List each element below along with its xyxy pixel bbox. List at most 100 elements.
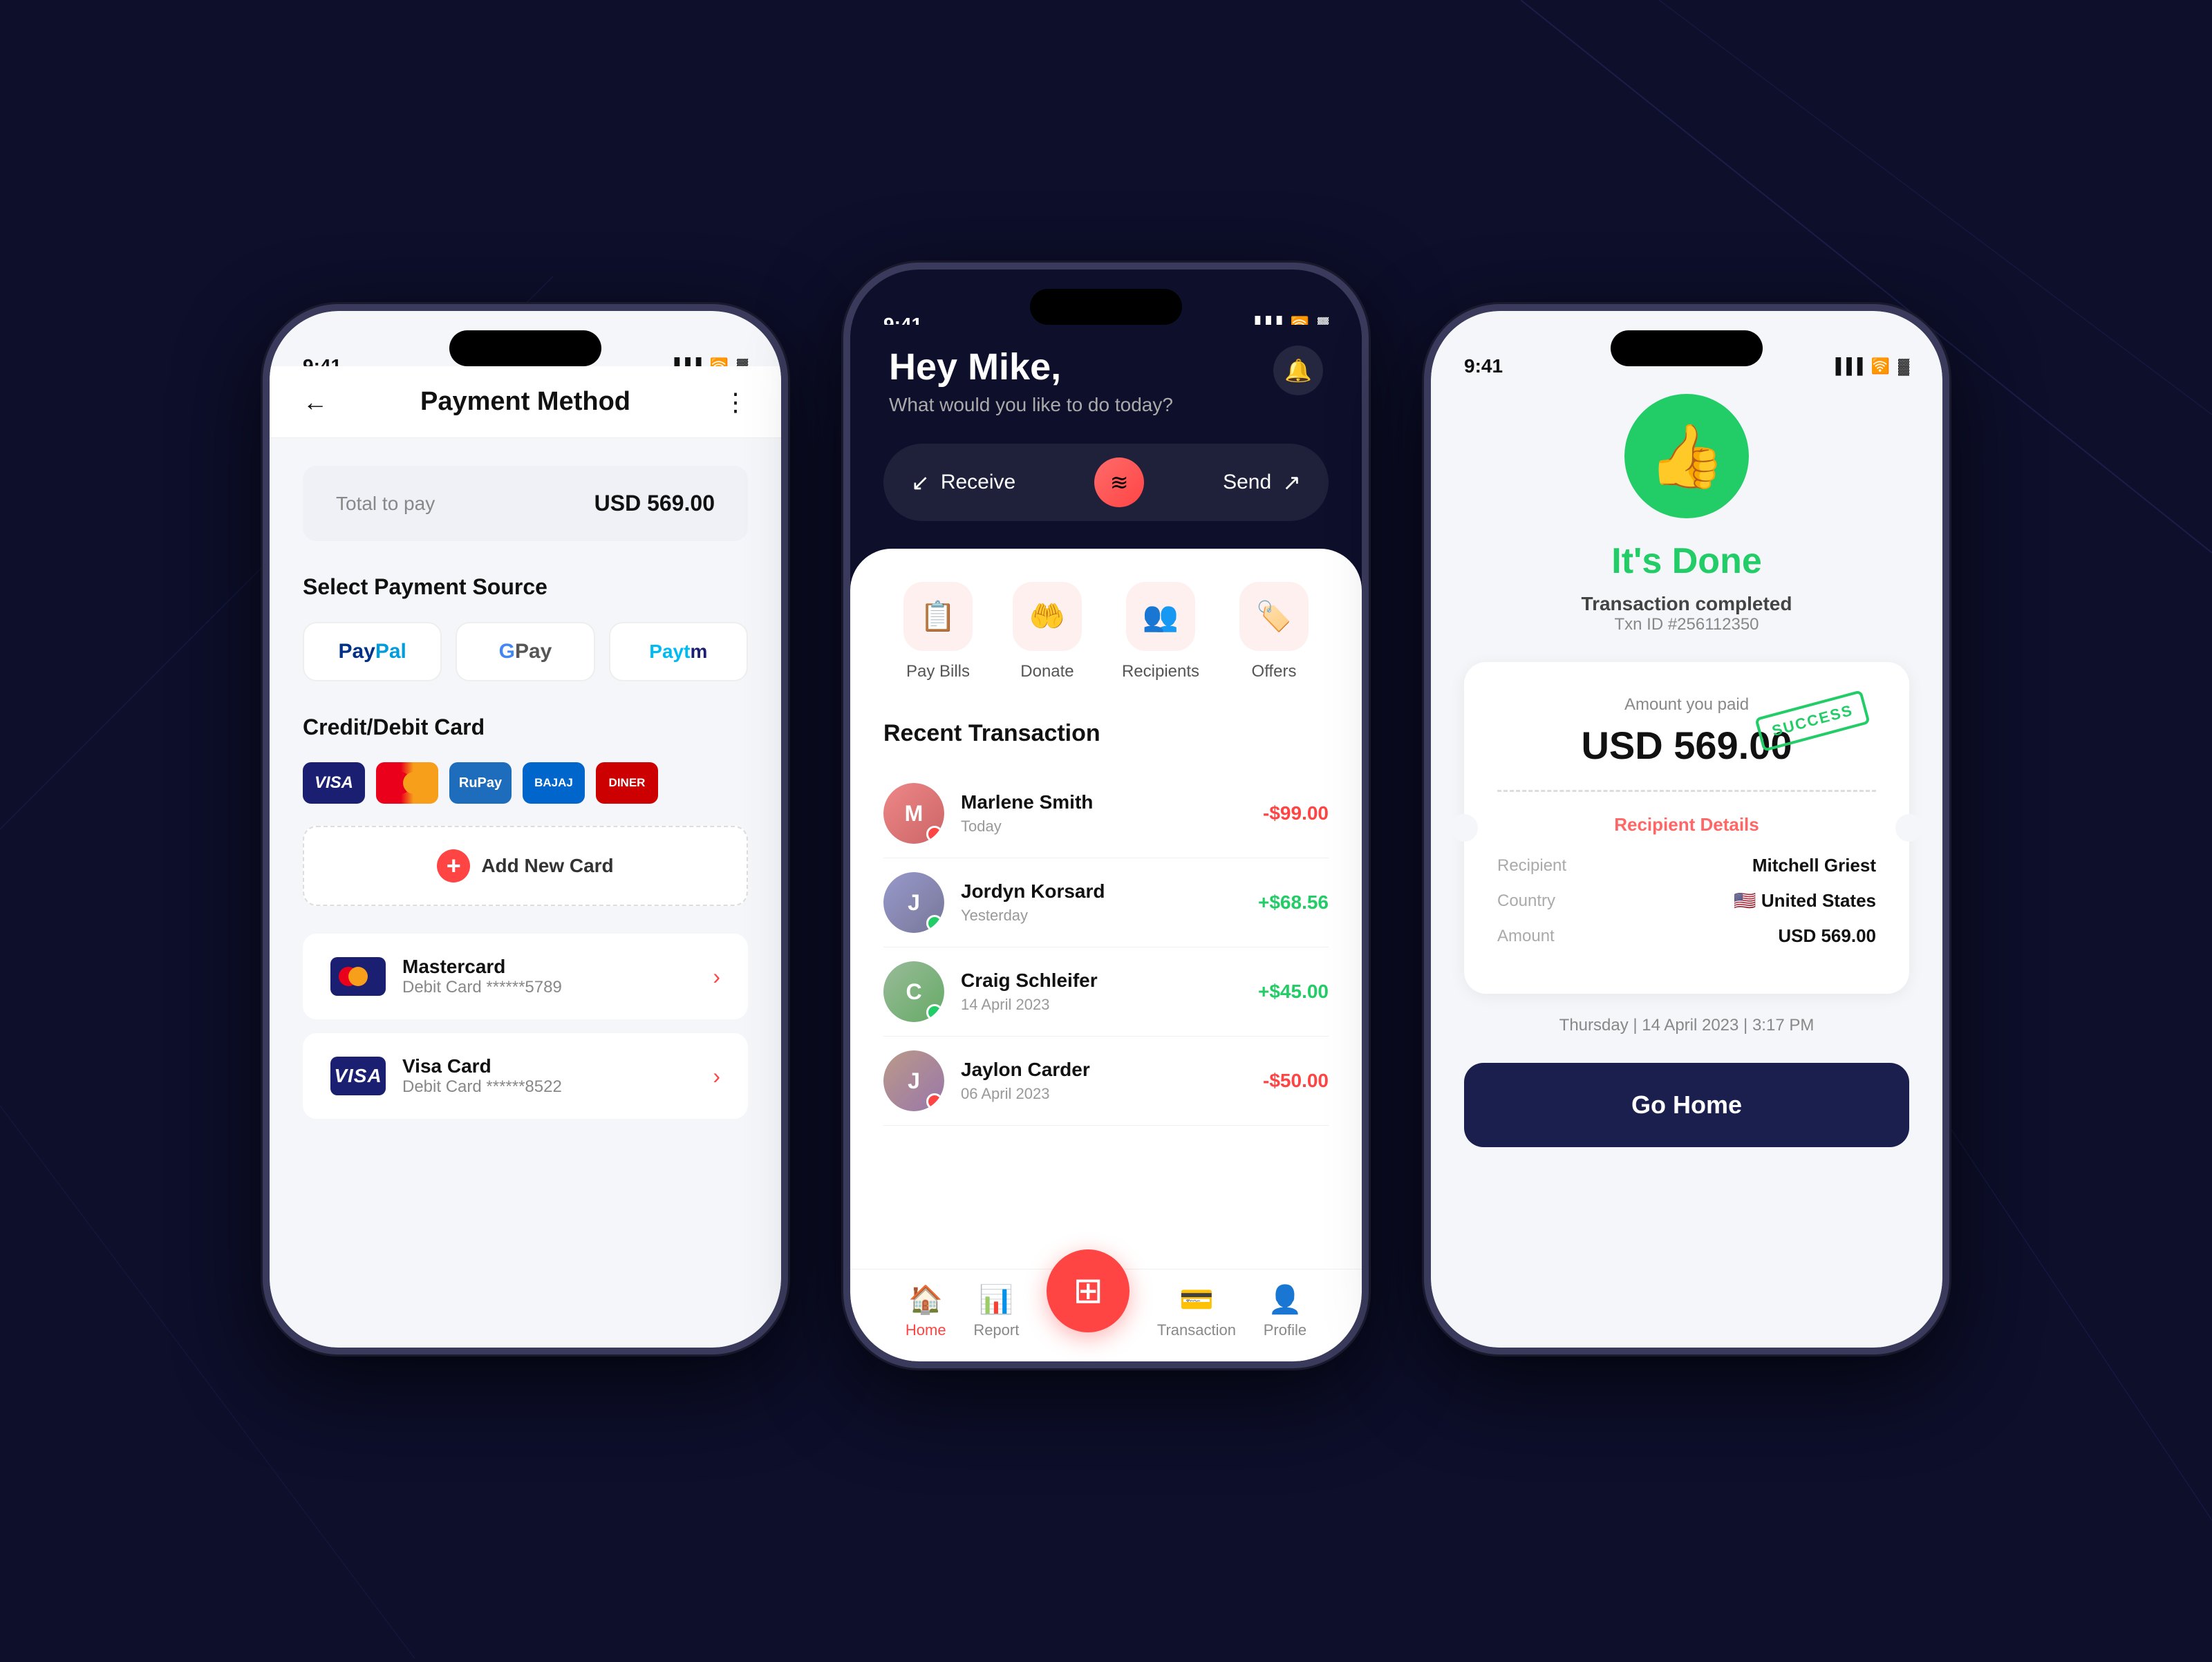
- receipt-divider: [1497, 790, 1876, 792]
- payment-sources: PayPal G Pay Paytm: [303, 622, 748, 681]
- txn-info-marlene: Marlene Smith Today: [961, 791, 1246, 835]
- bajaj-logo[interactable]: BAJAJ: [523, 762, 585, 804]
- go-home-button[interactable]: Go Home: [1464, 1063, 1909, 1147]
- visa-name: Visa Card: [402, 1055, 696, 1077]
- gpay-button[interactable]: G Pay: [456, 622, 594, 681]
- right-dynamic-island: [1611, 330, 1763, 366]
- donate-icon: 🤲: [1013, 582, 1082, 651]
- recipients-label: Recipients: [1122, 662, 1199, 681]
- payment-screen: 9:41 ▐▐▐ 🛜 ▓ ← Payment Method ⋮ Total to…: [270, 311, 781, 1348]
- payment-method-title: Payment Method: [420, 387, 630, 417]
- amount-row-value: USD 569.00: [1778, 925, 1876, 947]
- its-done-label: It's Done: [1611, 540, 1762, 582]
- visa-arrow: ›: [713, 1064, 720, 1089]
- diner-logo[interactable]: DINER: [596, 762, 658, 804]
- add-card-label: Add New Card: [481, 855, 613, 877]
- greeting-row: Hey Mike, What would you like to do toda…: [889, 346, 1323, 416]
- nav-transaction[interactable]: 💳 Transaction: [1157, 1283, 1236, 1339]
- home-header: Hey Mike, What would you like to do toda…: [850, 325, 1362, 444]
- mastercard-logo[interactable]: [376, 762, 438, 804]
- txn-jaylon[interactable]: J Jaylon Carder 06 April 2023 -$50.00: [883, 1037, 1329, 1126]
- success-body: 👍 It's Done Transaction completed Txn ID…: [1431, 366, 1942, 1348]
- visa-info: Visa Card Debit Card ******8522: [402, 1055, 696, 1097]
- total-box: Total to pay USD 569.00: [303, 466, 748, 541]
- nav-profile[interactable]: 👤 Profile: [1264, 1283, 1306, 1339]
- quick-actions: 📋 Pay Bills 🤲 Donate 👥 Recipients 🏷️ Off…: [883, 582, 1329, 681]
- amount-row-label: Amount: [1497, 927, 1555, 946]
- country-row: Country 🇺🇸 United States: [1497, 890, 1876, 912]
- recipient-label: Recipient: [1497, 856, 1566, 876]
- offers-action[interactable]: 🏷️ Offers: [1239, 582, 1309, 681]
- nav-transaction-label: Transaction: [1157, 1321, 1236, 1339]
- txn-avatar-craig: C: [883, 961, 944, 1022]
- left-dynamic-island: [449, 330, 601, 366]
- recipients-icon: 👥: [1126, 582, 1195, 651]
- subgreeting-text: What would you like to do today?: [889, 394, 1173, 416]
- waveform-icon: ≋: [1110, 469, 1129, 495]
- back-button[interactable]: ←: [303, 388, 328, 417]
- txn-amount-craig: +$45.00: [1258, 981, 1329, 1003]
- success-screen: 9:41 ▐▐▐ 🛜 ▓ 👍 It's Done Transaction com…: [1431, 311, 1942, 1348]
- txn-date-marlene: Today: [961, 818, 1246, 835]
- txn-amount-jordyn: +$68.56: [1258, 891, 1329, 914]
- send-icon: ↗: [1282, 469, 1301, 495]
- recipient-title: Recipient Details: [1497, 814, 1876, 835]
- phones-container: 9:41 ▐▐▐ 🛜 ▓ ← Payment Method ⋮ Total to…: [263, 290, 1949, 1368]
- txn-date-craig: 14 April 2023: [961, 996, 1241, 1014]
- credit-debit-title: Credit/Debit Card: [303, 715, 748, 740]
- txn-craig[interactable]: C Craig Schleifer 14 April 2023 +$45.00: [883, 947, 1329, 1037]
- recipients-action[interactable]: 👥 Recipients: [1122, 582, 1199, 681]
- receive-icon: ↙: [911, 469, 930, 495]
- payment-header: ← Payment Method ⋮: [270, 366, 781, 438]
- report-icon: 📊: [979, 1283, 1013, 1316]
- center-action-icon: ≋: [1094, 457, 1144, 507]
- txn-id-label: Txn ID #256112350: [1614, 615, 1759, 634]
- scan-icon: ⊞: [1073, 1270, 1103, 1312]
- pay-bills-action[interactable]: 📋 Pay Bills: [903, 582, 973, 681]
- profile-icon: 👤: [1268, 1283, 1302, 1316]
- nav-report[interactable]: 📊 Report: [973, 1283, 1019, 1339]
- mastercard-icon-box: [330, 957, 386, 996]
- visa-logo[interactable]: VISA: [303, 762, 365, 804]
- country-label: Country: [1497, 891, 1555, 911]
- mastercard-item[interactable]: Mastercard Debit Card ******5789 ›: [303, 934, 748, 1019]
- amount-row: Amount USD 569.00: [1497, 925, 1876, 947]
- total-label: Total to pay: [336, 493, 435, 515]
- paytm-button[interactable]: Paytm: [609, 622, 748, 681]
- txn-avatar-jaylon: J: [883, 1050, 944, 1111]
- center-phone: 9:41 ▐▐▐ 🛜 ▓ Hey Mike, What would you li…: [843, 263, 1369, 1368]
- txn-amount-marlene: -$99.00: [1263, 802, 1329, 824]
- add-card-button[interactable]: + Add New Card: [303, 826, 748, 906]
- recent-title: Recent Transaction: [883, 720, 1329, 747]
- nav-home-label: Home: [906, 1321, 946, 1339]
- paypal-button[interactable]: PayPal: [303, 622, 442, 681]
- mastercard-name: Mastercard: [402, 956, 696, 978]
- txn-name-jordyn: Jordyn Korsard: [961, 880, 1241, 903]
- nav-center-button[interactable]: ⊞: [1047, 1249, 1130, 1332]
- visa-icon-box: VISA: [330, 1057, 386, 1095]
- nav-report-label: Report: [973, 1321, 1019, 1339]
- recipient-row: Recipient Mitchell Griest: [1497, 855, 1876, 876]
- left-phone: 9:41 ▐▐▐ 🛜 ▓ ← Payment Method ⋮ Total to…: [263, 304, 788, 1354]
- send-button[interactable]: Send ↗: [1223, 469, 1301, 495]
- txn-marlene[interactable]: M Marlene Smith Today -$99.00: [883, 769, 1329, 858]
- receive-button[interactable]: ↙ Receive: [911, 469, 1015, 495]
- txn-name-jaylon: Jaylon Carder: [961, 1059, 1246, 1081]
- txn-jordyn[interactable]: J Jordyn Korsard Yesterday +$68.56: [883, 858, 1329, 947]
- donate-action[interactable]: 🤲 Donate: [1013, 582, 1082, 681]
- rupay-logo[interactable]: RuPay: [449, 762, 512, 804]
- right-phone: 9:41 ▐▐▐ 🛜 ▓ 👍 It's Done Transaction com…: [1424, 304, 1949, 1354]
- receive-label: Receive: [941, 471, 1015, 494]
- receipt-card: Amount you paid USD 569.00 SUCCESS Recip…: [1464, 662, 1909, 994]
- txn-name-marlene: Marlene Smith: [961, 791, 1246, 813]
- nav-home[interactable]: 🏠 Home: [906, 1283, 946, 1339]
- txn-date-jaylon: 06 April 2023: [961, 1085, 1246, 1103]
- offers-icon: 🏷️: [1239, 582, 1309, 651]
- txn-avatar-marlene: M: [883, 783, 944, 844]
- transaction-icon: 💳: [1179, 1283, 1214, 1316]
- visa-item[interactable]: VISA Visa Card Debit Card ******8522 ›: [303, 1033, 748, 1119]
- bell-button[interactable]: 🔔: [1273, 346, 1323, 395]
- mastercard-arrow: ›: [713, 964, 720, 990]
- select-source-title: Select Payment Source: [303, 574, 748, 600]
- more-button[interactable]: ⋮: [723, 388, 748, 417]
